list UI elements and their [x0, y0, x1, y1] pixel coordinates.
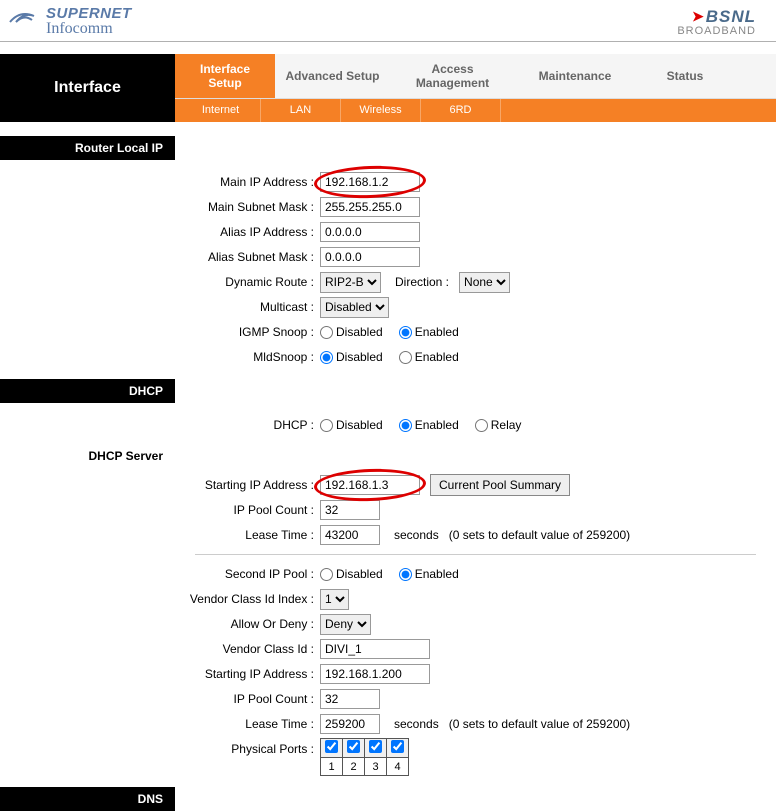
- tab-access-management[interactable]: Access Management: [390, 54, 515, 98]
- label-main-ip: Main IP Address :: [0, 175, 320, 189]
- label-second-ip-pool: Second IP Pool :: [0, 567, 320, 581]
- port3-label: 3: [365, 758, 387, 776]
- label-igmp-snoop: IGMP Snoop :: [0, 325, 320, 339]
- page-title: Interface: [0, 54, 175, 122]
- allow-deny-select[interactable]: Deny: [320, 614, 371, 635]
- label-mld-snoop: MldSnoop :: [0, 350, 320, 364]
- mld-disabled-radio[interactable]: [320, 351, 333, 364]
- port1-checkbox[interactable]: [325, 740, 338, 753]
- page-header: SUPERNET Infocomm ➤ BSNL BROADBAND: [0, 0, 776, 42]
- sub-tabs: Internet LAN Wireless 6RD: [175, 99, 776, 122]
- main-subnet-input[interactable]: [320, 197, 420, 217]
- tab-advanced-setup[interactable]: Advanced Setup: [275, 54, 390, 98]
- arrow-icon: ➤: [692, 8, 704, 25]
- alias-subnet-input[interactable]: [320, 247, 420, 267]
- vendor-id-input[interactable]: [320, 639, 430, 659]
- multicast-select[interactable]: Disabled: [320, 297, 389, 318]
- brand-subtitle: Infocomm: [46, 21, 132, 37]
- mld-enabled-radio[interactable]: [399, 351, 412, 364]
- tab-maintenance[interactable]: Maintenance: [515, 54, 635, 98]
- label-lease-time: Lease Time :: [0, 528, 320, 542]
- dhcp-disabled-radio[interactable]: [320, 419, 333, 432]
- subtab-internet[interactable]: Internet: [181, 99, 261, 122]
- port4-label: 4: [387, 758, 409, 776]
- tab-interface-setup[interactable]: Interface Setup: [175, 54, 275, 98]
- igmp-enabled-radio[interactable]: [399, 326, 412, 339]
- pool1-count-input[interactable]: [320, 500, 380, 520]
- section-dns: DNS: [0, 787, 175, 811]
- brand-name: SUPERNET: [46, 6, 132, 21]
- port4-checkbox[interactable]: [391, 740, 404, 753]
- label-multicast: Multicast :: [0, 300, 320, 314]
- pool2-lease-input[interactable]: [320, 714, 380, 734]
- pool1-start-input[interactable]: [320, 475, 420, 495]
- label-starting-ip: Starting IP Address :: [0, 478, 320, 492]
- section-dhcp: DHCP: [0, 379, 175, 403]
- subtab-lan[interactable]: LAN: [261, 99, 341, 122]
- igmp-disabled-radio[interactable]: [320, 326, 333, 339]
- label-direction: Direction :: [395, 275, 449, 289]
- label-main-subnet: Main Subnet Mask :: [0, 200, 320, 214]
- tab-status[interactable]: Status: [635, 54, 735, 98]
- label-allow-deny: Allow Or Deny :: [0, 617, 320, 631]
- port1-label: 1: [321, 758, 343, 776]
- section-dhcp-server: DHCP Server: [0, 439, 175, 463]
- port3-checkbox[interactable]: [369, 740, 382, 753]
- label-ip-pool-count: IP Pool Count :: [0, 503, 320, 517]
- label-starting-ip2: Starting IP Address :: [0, 667, 320, 681]
- label-alias-ip: Alias IP Address :: [0, 225, 320, 239]
- subtab-6rd[interactable]: 6RD: [421, 99, 501, 122]
- label-vendor-id: Vendor Class Id :: [0, 642, 320, 656]
- main-ip-input[interactable]: [320, 172, 420, 192]
- brand-logo-left: SUPERNET Infocomm: [6, 6, 132, 37]
- dhcp-relay-radio[interactable]: [475, 419, 488, 432]
- current-pool-summary-button[interactable]: Current Pool Summary: [430, 474, 570, 496]
- brand-logo-right: ➤ BSNL BROADBAND: [677, 7, 756, 37]
- direction-select[interactable]: None: [459, 272, 510, 293]
- main-navigation: Interface Interface Setup Advanced Setup…: [0, 54, 776, 122]
- main-tabs: Interface Setup Advanced Setup Access Ma…: [175, 54, 776, 99]
- dynamic-route-select[interactable]: RIP2-B: [320, 272, 381, 293]
- port2-checkbox[interactable]: [347, 740, 360, 753]
- label-dynamic-route: Dynamic Route :: [0, 275, 320, 289]
- label-dhcp: DHCP :: [0, 418, 320, 432]
- label-physical-ports: Physical Ports :: [0, 738, 320, 756]
- isp-subtitle: BROADBAND: [677, 25, 756, 37]
- subtab-wireless[interactable]: Wireless: [341, 99, 421, 122]
- swirl-icon: [6, 8, 40, 36]
- label-vendor-idx: Vendor Class Id Index :: [0, 592, 320, 606]
- pool1-lease-input[interactable]: [320, 525, 380, 545]
- second-pool-disabled-radio[interactable]: [320, 568, 333, 581]
- section-router-local-ip: Router Local IP: [0, 136, 175, 160]
- label-alias-subnet: Alias Subnet Mask :: [0, 250, 320, 264]
- dhcp-enabled-radio[interactable]: [399, 419, 412, 432]
- label-lease-time2: Lease Time :: [0, 717, 320, 731]
- port2-label: 2: [343, 758, 365, 776]
- divider: [195, 554, 756, 555]
- physical-ports-table: 1 2 3 4: [320, 738, 409, 776]
- second-pool-enabled-radio[interactable]: [399, 568, 412, 581]
- pool2-count-input[interactable]: [320, 689, 380, 709]
- pool2-start-input[interactable]: [320, 664, 430, 684]
- label-ip-pool-count2: IP Pool Count :: [0, 692, 320, 706]
- isp-name: BSNL: [706, 7, 756, 27]
- alias-ip-input[interactable]: [320, 222, 420, 242]
- vendor-idx-select[interactable]: 1: [320, 589, 349, 610]
